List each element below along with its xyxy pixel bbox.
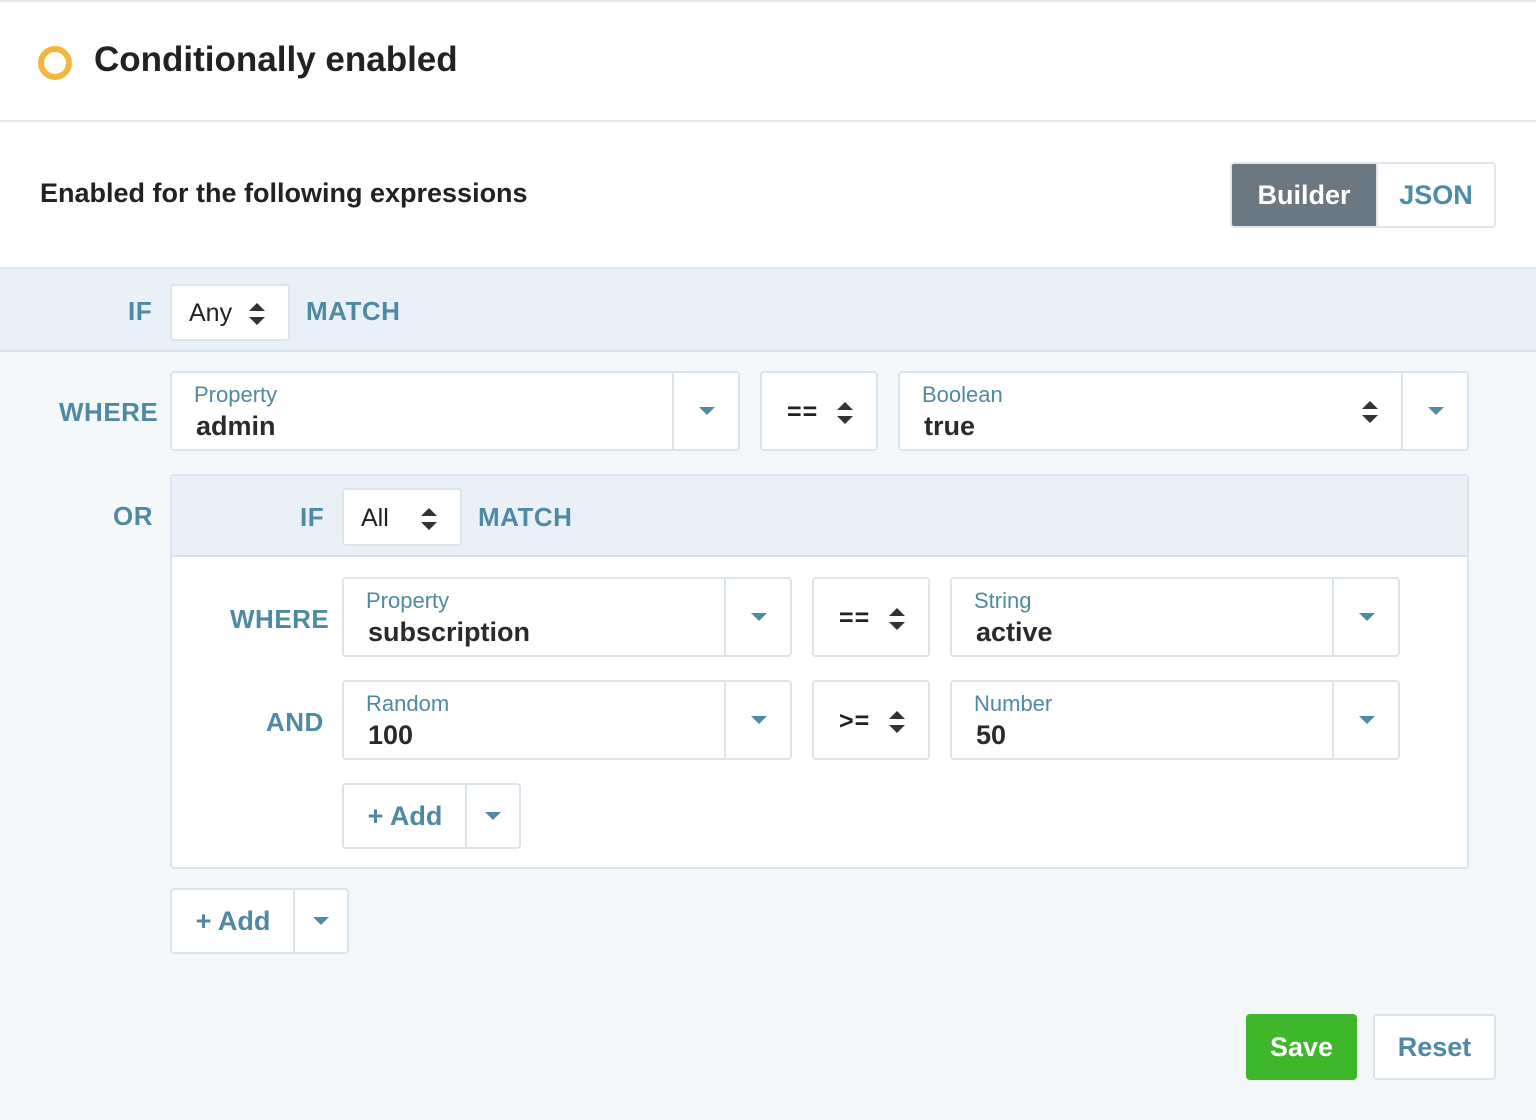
operand-type-label: Property bbox=[366, 588, 450, 613]
json-mode-button[interactable]: JSON bbox=[1376, 164, 1494, 226]
group-rule-2-left-operand[interactable]: Random 100 bbox=[342, 680, 792, 760]
page-title: Conditionally enabled bbox=[94, 40, 458, 79]
builder-mode-button[interactable]: Builder bbox=[1232, 164, 1376, 226]
sort-updown-icon[interactable] bbox=[1362, 401, 1378, 423]
root-left-operand[interactable]: Property admin bbox=[170, 371, 740, 451]
chevron-down-icon bbox=[699, 407, 715, 415]
operand-value: true bbox=[924, 411, 976, 441]
operand-type-label: Property bbox=[194, 382, 278, 407]
operand-value: active bbox=[976, 617, 1053, 647]
if-keyword: IF bbox=[300, 502, 325, 532]
group-add-dropdown[interactable] bbox=[465, 785, 519, 847]
operand-type-label: Number bbox=[974, 691, 1053, 716]
right-operand-dropdown[interactable] bbox=[1332, 682, 1398, 758]
chevron-down-icon bbox=[1428, 407, 1444, 415]
root-match-select[interactable]: Any bbox=[170, 284, 290, 341]
mode-toggle: Builder JSON bbox=[1230, 162, 1496, 228]
left-operand-dropdown[interactable] bbox=[724, 579, 790, 655]
sort-updown-icon bbox=[837, 402, 853, 424]
save-button[interactable]: Save bbox=[1246, 1014, 1357, 1080]
sort-updown-icon bbox=[889, 608, 905, 630]
where-keyword: WHERE bbox=[230, 604, 330, 634]
root-match-value: Any bbox=[189, 299, 233, 327]
chevron-down-icon bbox=[313, 917, 329, 925]
page-header: Conditionally enabled bbox=[0, 0, 1536, 122]
operator-value: == bbox=[839, 604, 871, 632]
group-add-button[interactable]: + Add bbox=[344, 785, 466, 847]
operand-type-label: String bbox=[974, 588, 1032, 613]
right-operand-dropdown[interactable] bbox=[1332, 579, 1398, 655]
sort-updown-icon bbox=[889, 711, 905, 733]
root-add-dropdown[interactable] bbox=[293, 890, 347, 952]
section-title: Enabled for the following expressions bbox=[40, 178, 528, 208]
root-operator-select[interactable]: == bbox=[760, 371, 878, 451]
operator-value: >= bbox=[839, 707, 871, 735]
root-add-split-button: + Add bbox=[170, 888, 349, 954]
chevron-down-icon bbox=[1359, 613, 1375, 621]
group-rule-2-operator[interactable]: >= bbox=[812, 680, 930, 760]
status-ring-icon bbox=[38, 46, 72, 80]
match-keyword: MATCH bbox=[306, 296, 401, 326]
left-operand-dropdown[interactable] bbox=[724, 682, 790, 758]
group-rule-2-right-operand[interactable]: Number 50 bbox=[950, 680, 1400, 760]
and-keyword: AND bbox=[266, 707, 324, 737]
chevron-down-icon bbox=[1359, 716, 1375, 724]
expressions-header: Enabled for the following expressions Bu… bbox=[0, 122, 1536, 269]
chevron-down-icon bbox=[751, 613, 767, 621]
group-match-select[interactable]: All bbox=[342, 488, 462, 546]
group-rule-1-right-operand[interactable]: String active bbox=[950, 577, 1400, 657]
group-match-value: All bbox=[361, 504, 389, 532]
group-match-bar: IF All MATCH bbox=[172, 476, 1467, 557]
if-keyword: IF bbox=[128, 296, 153, 326]
left-operand-dropdown[interactable] bbox=[672, 373, 738, 449]
sort-updown-icon bbox=[421, 508, 437, 530]
match-keyword: MATCH bbox=[478, 502, 573, 532]
root-right-operand[interactable]: Boolean true bbox=[898, 371, 1469, 451]
group-rule-1-operator[interactable]: == bbox=[812, 577, 930, 657]
chevron-down-icon bbox=[485, 812, 501, 820]
chevron-down-icon bbox=[751, 716, 767, 724]
group-add-split-button: + Add bbox=[342, 783, 521, 849]
where-keyword: WHERE bbox=[59, 397, 159, 427]
operator-value: == bbox=[787, 398, 819, 426]
right-operand-dropdown[interactable] bbox=[1401, 373, 1467, 449]
nested-condition-group: IF All MATCH WHERE Property subscription… bbox=[170, 474, 1469, 869]
operand-value: 50 bbox=[976, 720, 1007, 750]
operand-value: subscription bbox=[368, 617, 531, 647]
or-keyword: OR bbox=[113, 501, 153, 531]
reset-button[interactable]: Reset bbox=[1373, 1014, 1496, 1080]
operand-type-label: Boolean bbox=[922, 382, 1003, 407]
operand-value: 100 bbox=[368, 720, 414, 750]
root-add-button[interactable]: + Add bbox=[172, 890, 294, 952]
root-match-bar: IF Any MATCH bbox=[0, 269, 1536, 352]
operand-type-label: Random bbox=[366, 691, 450, 716]
operand-value: admin bbox=[196, 411, 276, 441]
group-rule-1-left-operand[interactable]: Property subscription bbox=[342, 577, 792, 657]
sort-updown-icon bbox=[249, 303, 265, 325]
